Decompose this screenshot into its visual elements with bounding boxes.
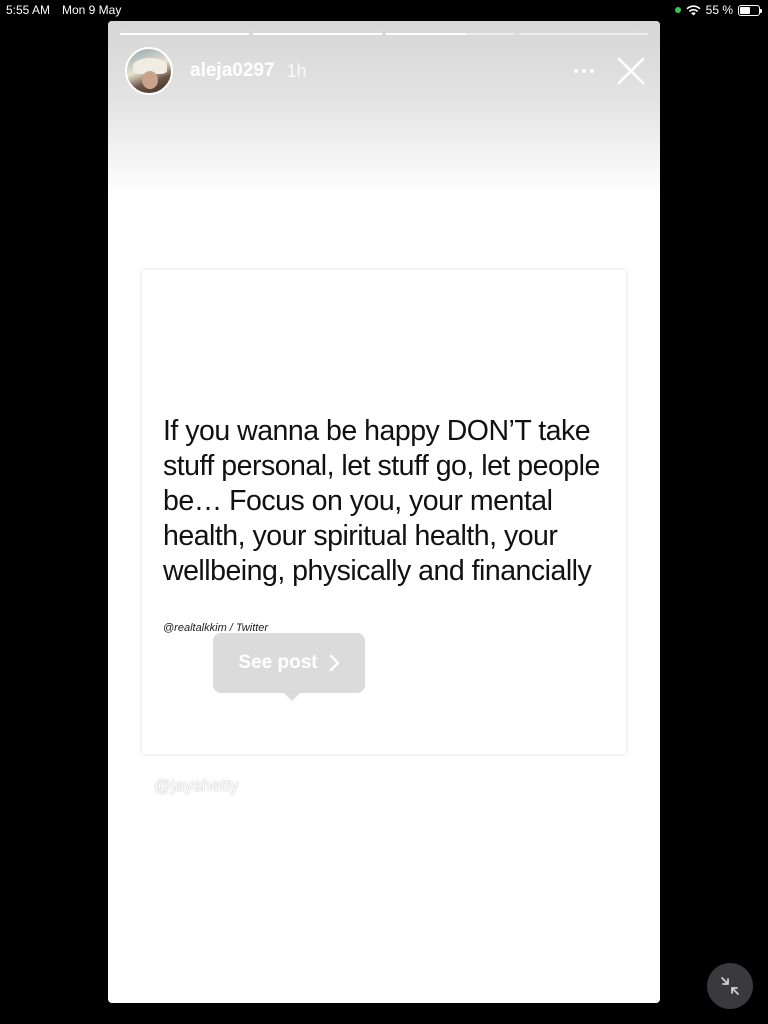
story-progress-fill xyxy=(120,33,249,35)
avatar-face xyxy=(142,71,158,89)
story-progress-segment xyxy=(253,33,382,35)
battery-percent: 55 % xyxy=(705,3,733,17)
chevron-right-icon xyxy=(329,654,339,672)
more-horizontal-icon-dot xyxy=(574,69,578,73)
avatar[interactable] xyxy=(125,47,173,95)
story-header: aleja0297 1h xyxy=(125,47,646,95)
story-age: 1h xyxy=(286,60,307,81)
camera-in-use-indicator xyxy=(674,7,681,13)
story-viewer[interactable]: aleja0297 1h If you wanna be happy DON’T… xyxy=(108,21,660,1003)
story-username[interactable]: aleja0297 xyxy=(190,60,275,82)
status-time: 5:55 AM xyxy=(6,3,51,17)
wifi-icon xyxy=(686,4,701,15)
story-progress-segment xyxy=(120,33,249,35)
post-credit-handle: @jayshetty xyxy=(154,776,239,795)
tooltip-caret xyxy=(283,692,301,701)
more-horizontal-icon-dot xyxy=(582,69,586,73)
story-progress-segment xyxy=(519,33,648,35)
story-progress-fill xyxy=(386,33,466,35)
battery-icon xyxy=(738,4,762,16)
minimize-arrows-icon xyxy=(721,977,739,995)
more-options-button[interactable] xyxy=(570,57,598,85)
status-bar: 5:55 AM Mon 9 May 55 % xyxy=(0,0,768,20)
see-post-button[interactable]: See post xyxy=(213,633,365,701)
story-progress-fill xyxy=(253,33,382,35)
see-post-label: See post xyxy=(238,652,318,673)
status-date: Mon 9 May xyxy=(62,3,122,17)
more-horizontal-icon-dot xyxy=(590,69,594,73)
post-quote-text: If you wanna be happy DON’T take stuff p… xyxy=(163,415,600,587)
close-icon[interactable] xyxy=(616,56,646,86)
status-right: 55 % xyxy=(674,3,762,17)
minimize-button[interactable] xyxy=(707,963,753,1009)
battery-fill xyxy=(740,6,750,14)
story-progress-segment xyxy=(386,33,515,35)
story-progress-bar xyxy=(120,33,648,35)
